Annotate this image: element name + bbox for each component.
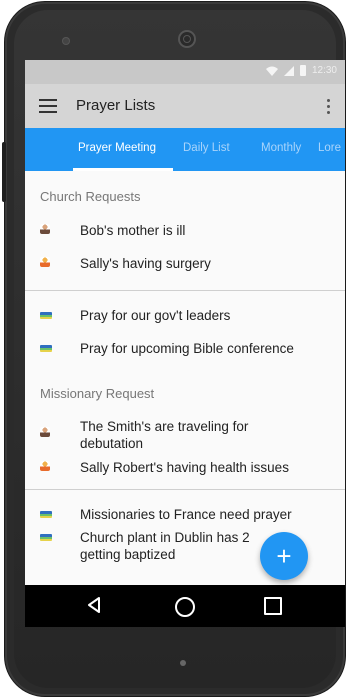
page-title: Prayer Lists <box>76 97 156 114</box>
list-item[interactable]: Pray for our gov't leaders <box>25 307 345 329</box>
item-label: Sally's having surgery <box>80 256 211 271</box>
list-item[interactable]: Bob's mother is ill <box>25 222 345 244</box>
overflow-menu-icon[interactable] <box>327 99 331 115</box>
item-label: Sally Robert's having health issues <box>80 460 289 475</box>
item-label: The Smith's are traveling for debutation <box>80 419 249 451</box>
list-item[interactable]: Sally's having surgery <box>25 255 345 277</box>
item-label: Missionaries to France need prayer <box>80 507 292 522</box>
list-item[interactable]: Missionaries to France need prayer <box>25 506 345 528</box>
android-nav-bar <box>25 585 345 627</box>
front-camera <box>178 30 196 48</box>
flag-icon <box>40 312 52 319</box>
tab-daily-list[interactable]: Daily List <box>183 142 230 154</box>
signal-icon <box>283 65 294 76</box>
flag-icon <box>40 511 52 518</box>
divider <box>25 290 345 291</box>
list-item[interactable]: Sally Robert's having health issues <box>25 459 345 481</box>
man-icon <box>40 427 50 437</box>
item-label: Bob's mother is ill <box>80 223 186 238</box>
back-icon[interactable] <box>87 596 101 614</box>
item-label: Pray for our gov't leaders <box>80 308 231 323</box>
app-toolbar: Prayer Lists <box>25 84 345 128</box>
tab-lore[interactable]: Lore <box>318 142 341 154</box>
flag-icon <box>40 534 52 541</box>
tab-bar: Prayer Meeting Daily List Monthly Lore <box>25 128 345 171</box>
bottom-dot <box>180 660 186 666</box>
divider <box>25 489 345 490</box>
tab-monthly[interactable]: Monthly <box>261 142 301 154</box>
man-icon <box>40 224 50 234</box>
section-title-missionary: Missionary Request <box>40 386 155 401</box>
item-label: Church plant in Dublin has 2 getting bap… <box>80 530 250 562</box>
status-bar: 12:30 <box>25 60 345 84</box>
prayer-list: Church Requests Bob's mother is ill Sall… <box>25 171 345 585</box>
status-time: 12:30 <box>311 65 337 76</box>
hamburger-menu-icon[interactable] <box>39 99 57 113</box>
woman-icon <box>40 461 50 471</box>
side-button <box>2 142 6 202</box>
tab-prayer-meeting[interactable]: Prayer Meeting <box>78 142 156 154</box>
status-icons: 12:30 <box>265 65 337 76</box>
flag-icon <box>40 345 52 352</box>
home-icon[interactable] <box>175 597 195 617</box>
wifi-icon <box>265 66 278 76</box>
section-title-church: Church Requests <box>40 189 141 204</box>
recent-apps-icon[interactable] <box>264 597 282 615</box>
item-label: Pray for upcoming Bible conference <box>80 341 294 356</box>
sensor-dot <box>62 37 70 45</box>
woman-icon <box>40 257 50 267</box>
battery-icon <box>299 65 306 76</box>
list-item[interactable]: The Smith's are traveling for debutation <box>25 418 345 452</box>
list-item[interactable]: Pray for upcoming Bible conference <box>25 340 345 362</box>
add-prayer-fab[interactable]: + <box>260 532 308 580</box>
